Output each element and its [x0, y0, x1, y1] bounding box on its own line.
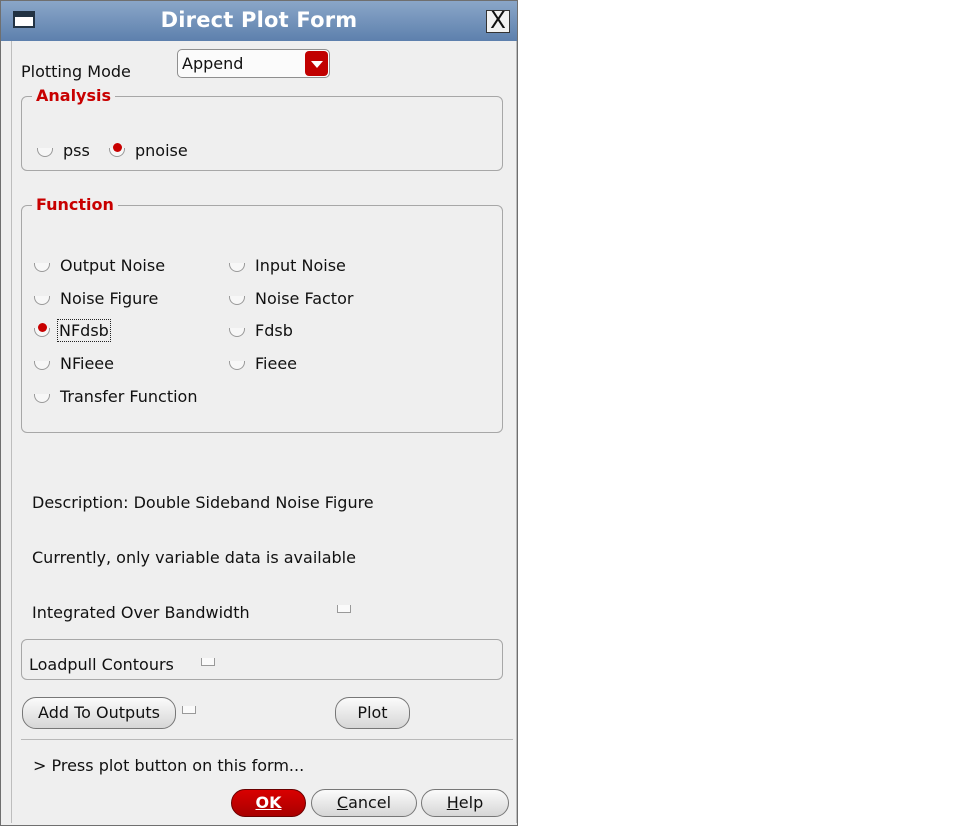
- availability-note: Currently, only variable data is availab…: [32, 548, 356, 567]
- help-button[interactable]: Help: [421, 789, 509, 817]
- radio-output-noise-label[interactable]: Output Noise: [60, 256, 165, 275]
- help-mnemonic: H: [446, 793, 459, 812]
- radio-input-noise-label[interactable]: Input Noise: [255, 256, 346, 275]
- radio-pss-label[interactable]: pss: [63, 141, 90, 160]
- close-icon[interactable]: X: [486, 10, 510, 33]
- status-message: > Press plot button on this form...: [33, 756, 305, 775]
- radio-nfdsb-label[interactable]: NFdsb: [57, 319, 111, 342]
- title-bar[interactable]: Direct Plot Form X: [1, 1, 517, 41]
- analysis-group: Analysis: [21, 86, 503, 171]
- plotting-mode-value: Append: [182, 54, 244, 73]
- loadpull-contours-checkbox[interactable]: [201, 658, 215, 666]
- radio-noise-factor-label[interactable]: Noise Factor: [255, 289, 353, 308]
- ok-button[interactable]: OK: [231, 789, 306, 817]
- direct-plot-dialog: Direct Plot Form X Plotting Mode Append …: [0, 0, 518, 826]
- radio-transfer-function-label[interactable]: Transfer Function: [60, 387, 197, 406]
- cancel-label-rest: ancel: [348, 793, 392, 812]
- add-to-outputs-button[interactable]: Add To Outputs: [22, 697, 176, 729]
- plotting-mode-label: Plotting Mode: [21, 62, 131, 81]
- radio-fdsb-label[interactable]: Fdsb: [255, 321, 293, 340]
- radio-nfieee-label[interactable]: NFieee: [60, 354, 114, 373]
- loadpull-contours-label: Loadpull Contours: [29, 655, 174, 674]
- analysis-group-title: Analysis: [32, 86, 116, 106]
- window-title: Direct Plot Form: [160, 8, 358, 32]
- plot-button[interactable]: Plot: [335, 697, 410, 729]
- integrated-over-bandwidth-label: Integrated Over Bandwidth: [32, 603, 250, 622]
- add-to-outputs-checkbox[interactable]: [182, 706, 196, 714]
- help-label-rest: elp: [458, 793, 484, 812]
- description-text: Description: Double Sideband Noise Figur…: [32, 493, 374, 512]
- integrated-over-bandwidth-checkbox[interactable]: [337, 605, 351, 613]
- radio-noise-figure-label[interactable]: Noise Figure: [60, 289, 158, 308]
- function-group-title: Function: [32, 195, 118, 215]
- cancel-button[interactable]: Cancel: [311, 789, 417, 817]
- dropdown-arrow-icon[interactable]: [305, 51, 328, 76]
- cancel-mnemonic: C: [336, 793, 349, 812]
- separator: [21, 739, 513, 740]
- radio-pnoise-label[interactable]: pnoise: [135, 141, 188, 160]
- plotting-mode-select[interactable]: Append: [177, 49, 330, 78]
- radio-fieee-label[interactable]: Fieee: [255, 354, 297, 373]
- ok-button-label: OK: [255, 793, 282, 812]
